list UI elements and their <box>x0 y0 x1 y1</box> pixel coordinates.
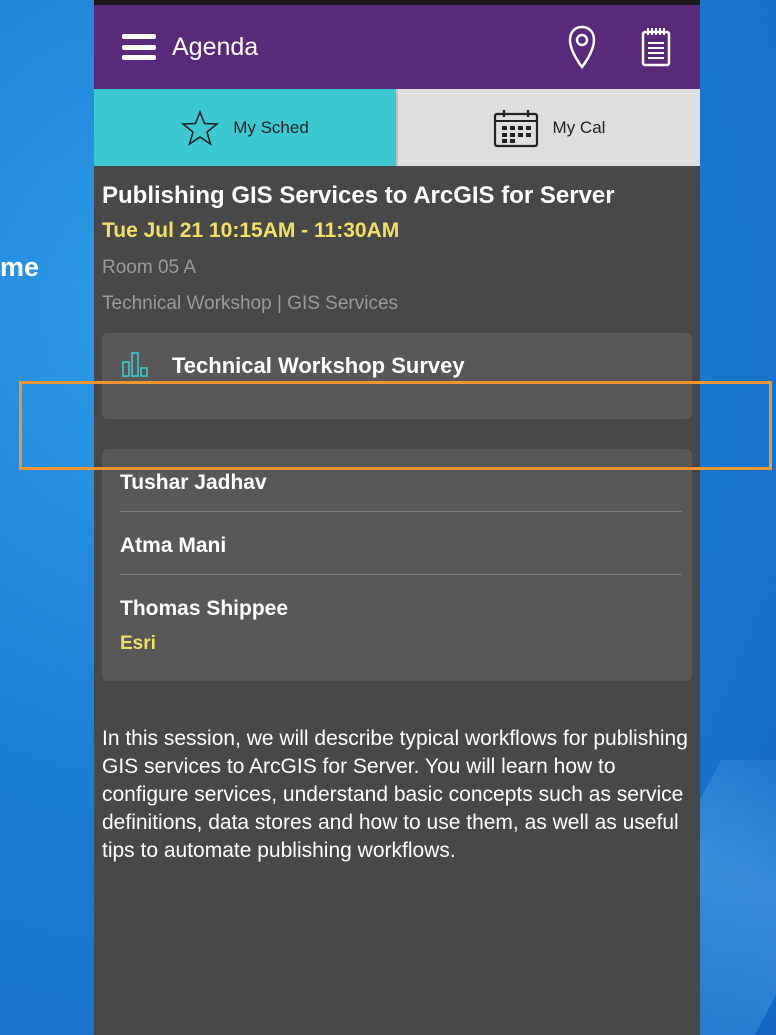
session-header: Publishing GIS Services to ArcGIS for Se… <box>94 166 700 315</box>
speaker-name: Atma Mani <box>120 534 227 557</box>
app-bar: Agenda <box>94 5 700 89</box>
tab-my-cal[interactable]: My Cal <box>396 89 700 166</box>
tab-label: My Cal <box>552 117 606 137</box>
session-track: Technical Workshop | GIS Services <box>102 293 399 314</box>
survey-label: Technical Workshop Survey <box>172 353 465 378</box>
phone-screen: Agenda My Sched My Cal Publishing GIS Se… <box>94 0 700 1035</box>
speaker-org: Esri <box>120 633 156 654</box>
slide-partial-text: me <box>0 252 40 282</box>
map-pin-icon[interactable] <box>562 22 602 72</box>
session-time: Tue Jul 21 10:15AM - 11:30AM <box>102 219 400 242</box>
speaker-item[interactable]: Tushar Jadhav <box>102 449 692 512</box>
tab-label: My Sched <box>233 117 309 137</box>
speaker-name: Thomas Shippee <box>120 597 289 620</box>
tab-bar: My Sched My Cal <box>94 89 700 166</box>
speaker-item[interactable]: Atma Mani <box>102 512 692 575</box>
star-icon <box>181 109 220 146</box>
bar-chart-icon <box>122 351 152 382</box>
speakers-list: Tushar Jadhav Atma Mani Thomas Shippee E… <box>102 449 692 681</box>
page-title: Agenda <box>172 32 259 61</box>
speaker-name: Tushar Jadhav <box>120 471 267 494</box>
hamburger-menu-icon[interactable] <box>122 34 156 60</box>
survey-card[interactable]: Technical Workshop Survey <box>102 333 692 419</box>
session-description: In this session, we will describe typica… <box>102 727 688 862</box>
session-title: Publishing GIS Services to ArcGIS for Se… <box>102 182 615 209</box>
tab-my-sched[interactable]: My Sched <box>94 89 396 166</box>
notepad-icon[interactable] <box>636 22 676 72</box>
calendar-icon <box>493 108 539 148</box>
session-room: Room 05 A <box>102 257 196 278</box>
speaker-item[interactable]: Thomas Shippee Esri <box>102 575 692 671</box>
